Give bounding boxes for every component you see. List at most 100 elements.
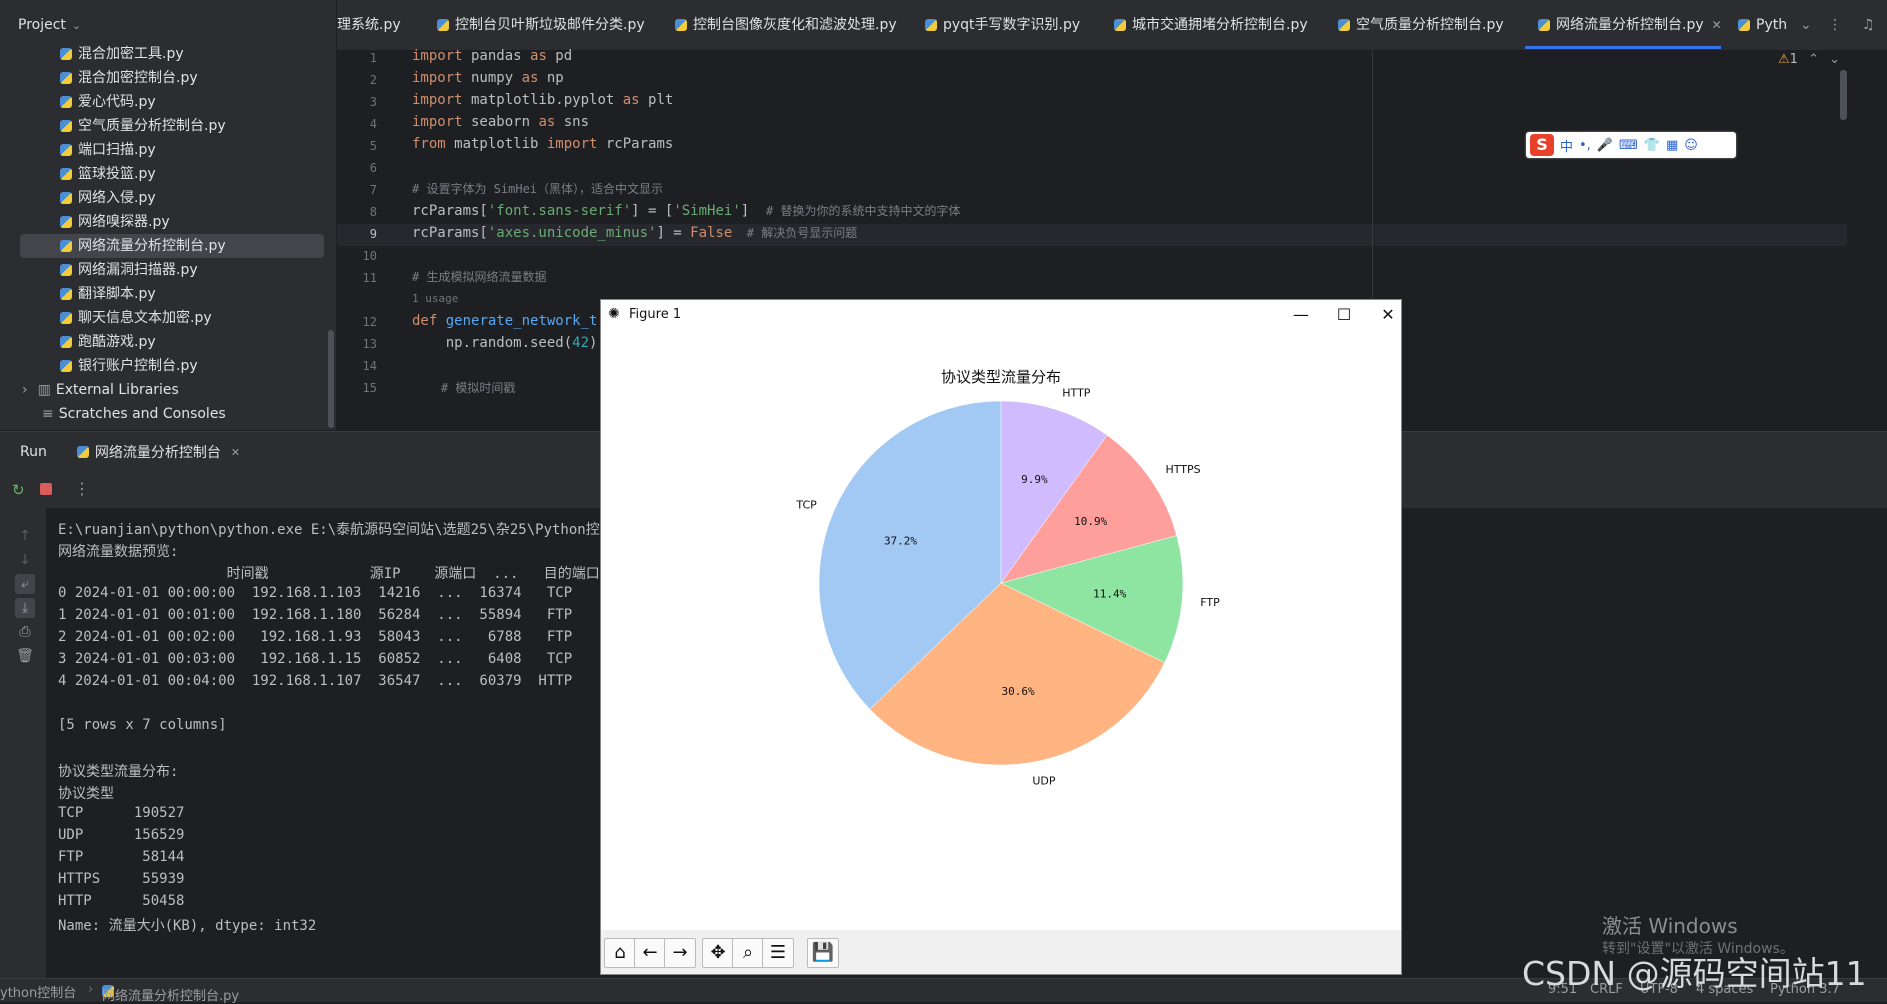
close-icon[interactable]: ✕	[231, 446, 240, 459]
file-label: 端口扫描.py	[78, 142, 156, 158]
file-item[interactable]: 翻译脚本.py	[60, 283, 156, 305]
editor-tab-active[interactable]: 网络流量分析控制台.py ✕	[1538, 0, 1722, 50]
python-file-icon	[437, 19, 449, 31]
arrow-down-icon[interactable]: ↓	[15, 550, 35, 570]
run-tab[interactable]: 网络流量分析控制台 ✕	[76, 442, 240, 462]
close-icon[interactable]: ✕	[1374, 303, 1402, 327]
code-text: matplotlib	[445, 136, 547, 152]
editor-tab[interactable]: pyqt手写数字识别.py	[925, 0, 1080, 50]
code-line-current[interactable]: rcParams['axes.unicode_minus'] = False #…	[412, 224, 857, 241]
ime-language-toggle[interactable]: 中	[1560, 136, 1573, 155]
run-label[interactable]: Run	[20, 444, 47, 460]
trash-icon[interactable]: 🗑	[15, 646, 35, 666]
file-item[interactable]: 聊天信息文本加密.py	[60, 307, 212, 329]
file-item[interactable]: 网络入侵.py	[60, 187, 156, 209]
tab-label: Pyth	[1756, 17, 1788, 33]
file-item[interactable]: 爱心代码.py	[60, 91, 156, 113]
code-line[interactable]: import numpy as np	[412, 70, 564, 86]
print-icon[interactable]: ⎙	[15, 622, 35, 642]
file-item[interactable]: 篮球投篮.py	[60, 163, 156, 185]
stop-icon[interactable]	[40, 483, 52, 495]
line-number: 10	[362, 249, 377, 263]
code-line[interactable]: np.random.seed(42)	[412, 335, 598, 351]
pan-icon[interactable]: ✥	[702, 938, 734, 968]
breadcrumb-item[interactable]: ython控制台	[0, 982, 76, 1001]
ime-punctuation-icon[interactable]: •,	[1579, 138, 1591, 153]
scratches-label: Scratches and Consoles	[58, 406, 226, 422]
maximize-icon[interactable]: ☐	[1330, 303, 1358, 327]
editor-tab[interactable]: 城市交通拥堵分析控制台.py	[1114, 0, 1308, 50]
project-scrollbar[interactable]	[328, 330, 334, 428]
save-icon[interactable]: 💾	[807, 938, 839, 968]
code-line[interactable]: from matplotlib import rcParams	[412, 136, 673, 152]
ime-avatar-icon[interactable]: ☺	[1684, 138, 1698, 153]
chevron-up-icon[interactable]: ⌃	[1808, 52, 1819, 67]
arrow-up-icon[interactable]: ↑	[15, 526, 35, 546]
file-label: 爱心代码.py	[78, 94, 156, 110]
file-item[interactable]: 混合加密工具.py	[60, 43, 184, 65]
editor-tab[interactable]: 控制台贝叶斯垃圾邮件分类.py	[437, 0, 645, 50]
ime-skin-icon[interactable]: 👕	[1644, 138, 1660, 153]
file-item[interactable]: 银行账户控制台.py	[60, 355, 198, 377]
configure-subplots-icon[interactable]: ☰	[762, 938, 794, 968]
notification-icon[interactable]: ♫	[1862, 0, 1875, 50]
ime-toolbox-icon[interactable]: ▦	[1666, 138, 1678, 153]
file-item[interactable]: 网络漏洞扫描器.py	[60, 259, 198, 281]
python-file-icon	[60, 192, 72, 204]
code-text: np	[538, 70, 564, 86]
chevron-down-icon[interactable]: ⌄	[1829, 52, 1840, 67]
ime-microphone-icon[interactable]: 🎤	[1597, 138, 1613, 153]
code-comment[interactable]: # 模拟时间戳	[412, 379, 515, 396]
more-options-icon[interactable]: ⋮	[74, 479, 90, 498]
keyword: as	[538, 114, 556, 130]
pie-percent-label: 37.2%	[884, 534, 917, 547]
tabs-dropdown-icon[interactable]: ⌄	[1800, 0, 1812, 50]
code-line[interactable]: rcParams['font.sans-serif'] = ['SimHei']…	[412, 202, 961, 219]
chevron-down-icon[interactable]: ⌄	[72, 19, 81, 32]
scroll-to-end-icon[interactable]: ⤓	[15, 598, 35, 618]
warning-indicator[interactable]: ⚠1 ⌃ ⌄	[1778, 52, 1840, 67]
keyword: def	[412, 313, 438, 329]
code-line[interactable]: import matplotlib.pyplot as plt	[412, 92, 673, 108]
project-title[interactable]: Project	[18, 17, 66, 33]
external-libraries-item[interactable]: › ▥ External Libraries	[22, 379, 179, 401]
editor-tab[interactable]: 理系统.py	[337, 0, 401, 50]
code-line[interactable]: import seaborn as sns	[412, 114, 589, 130]
editor-tab[interactable]: 空气质量分析控制台.py	[1338, 0, 1504, 50]
figure-titlebar[interactable]: ✺ Figure 1 — ☐ ✕	[601, 300, 1401, 330]
code-comment[interactable]: # 设置字体为 SimHei（黑体），适合中文显示	[412, 180, 663, 197]
more-options-icon[interactable]: ⋮	[1828, 0, 1842, 50]
code-comment[interactable]: # 生成模拟网络流量数据	[412, 268, 546, 285]
forward-arrow-icon[interactable]: →	[664, 938, 696, 968]
pie-category-label: FTP	[1200, 596, 1220, 609]
file-item-selected[interactable]: 网络流量分析控制台.py	[60, 235, 226, 257]
ime-logo-icon[interactable]: S	[1530, 134, 1554, 156]
soft-wrap-icon[interactable]: ⤶	[15, 574, 35, 594]
python-file-icon	[60, 72, 72, 84]
python-file-icon	[1738, 19, 1750, 31]
line-number: 7	[369, 183, 377, 197]
editor-tab[interactable]: 控制台图像灰度化和滤波处理.py	[675, 0, 897, 50]
editor-scrollbar[interactable]	[1840, 70, 1847, 120]
scratches-item[interactable]: ≡ Scratches and Consoles	[42, 403, 226, 425]
file-item[interactable]: 端口扫描.py	[60, 139, 156, 161]
chevron-right-icon[interactable]: ›	[22, 379, 28, 401]
back-arrow-icon[interactable]: ←	[634, 938, 666, 968]
usage-hint[interactable]: 1 usage	[412, 292, 458, 305]
code-line[interactable]: import pandas as pd	[412, 48, 572, 64]
console-line: 1 2024-01-01 00:01:00 192.168.1.180 5628…	[58, 607, 632, 623]
file-item[interactable]: 空气质量分析控制台.py	[60, 115, 226, 137]
ime-keyboard-icon[interactable]: ⌨	[1619, 138, 1638, 153]
code-line[interactable]: def generate_network_tra	[412, 313, 614, 329]
editor-tab[interactable]: Pyth	[1738, 0, 1787, 50]
function-name: generate_network_tra	[437, 313, 615, 329]
close-tab-icon[interactable]: ✕	[1712, 0, 1722, 50]
minimize-icon[interactable]: —	[1287, 303, 1315, 327]
rerun-icon[interactable]: ↻	[12, 481, 25, 499]
file-item[interactable]: 跑酷游戏.py	[60, 331, 156, 353]
zoom-icon[interactable]: ⌕	[732, 938, 764, 968]
file-item[interactable]: 网络嗅探器.py	[60, 211, 170, 233]
ime-toolbar[interactable]: S 中 •, 🎤 ⌨ 👕 ▦ ☺	[1526, 132, 1736, 158]
file-item[interactable]: 混合加密控制台.py	[60, 67, 198, 89]
home-icon[interactable]: ⌂	[604, 938, 636, 968]
